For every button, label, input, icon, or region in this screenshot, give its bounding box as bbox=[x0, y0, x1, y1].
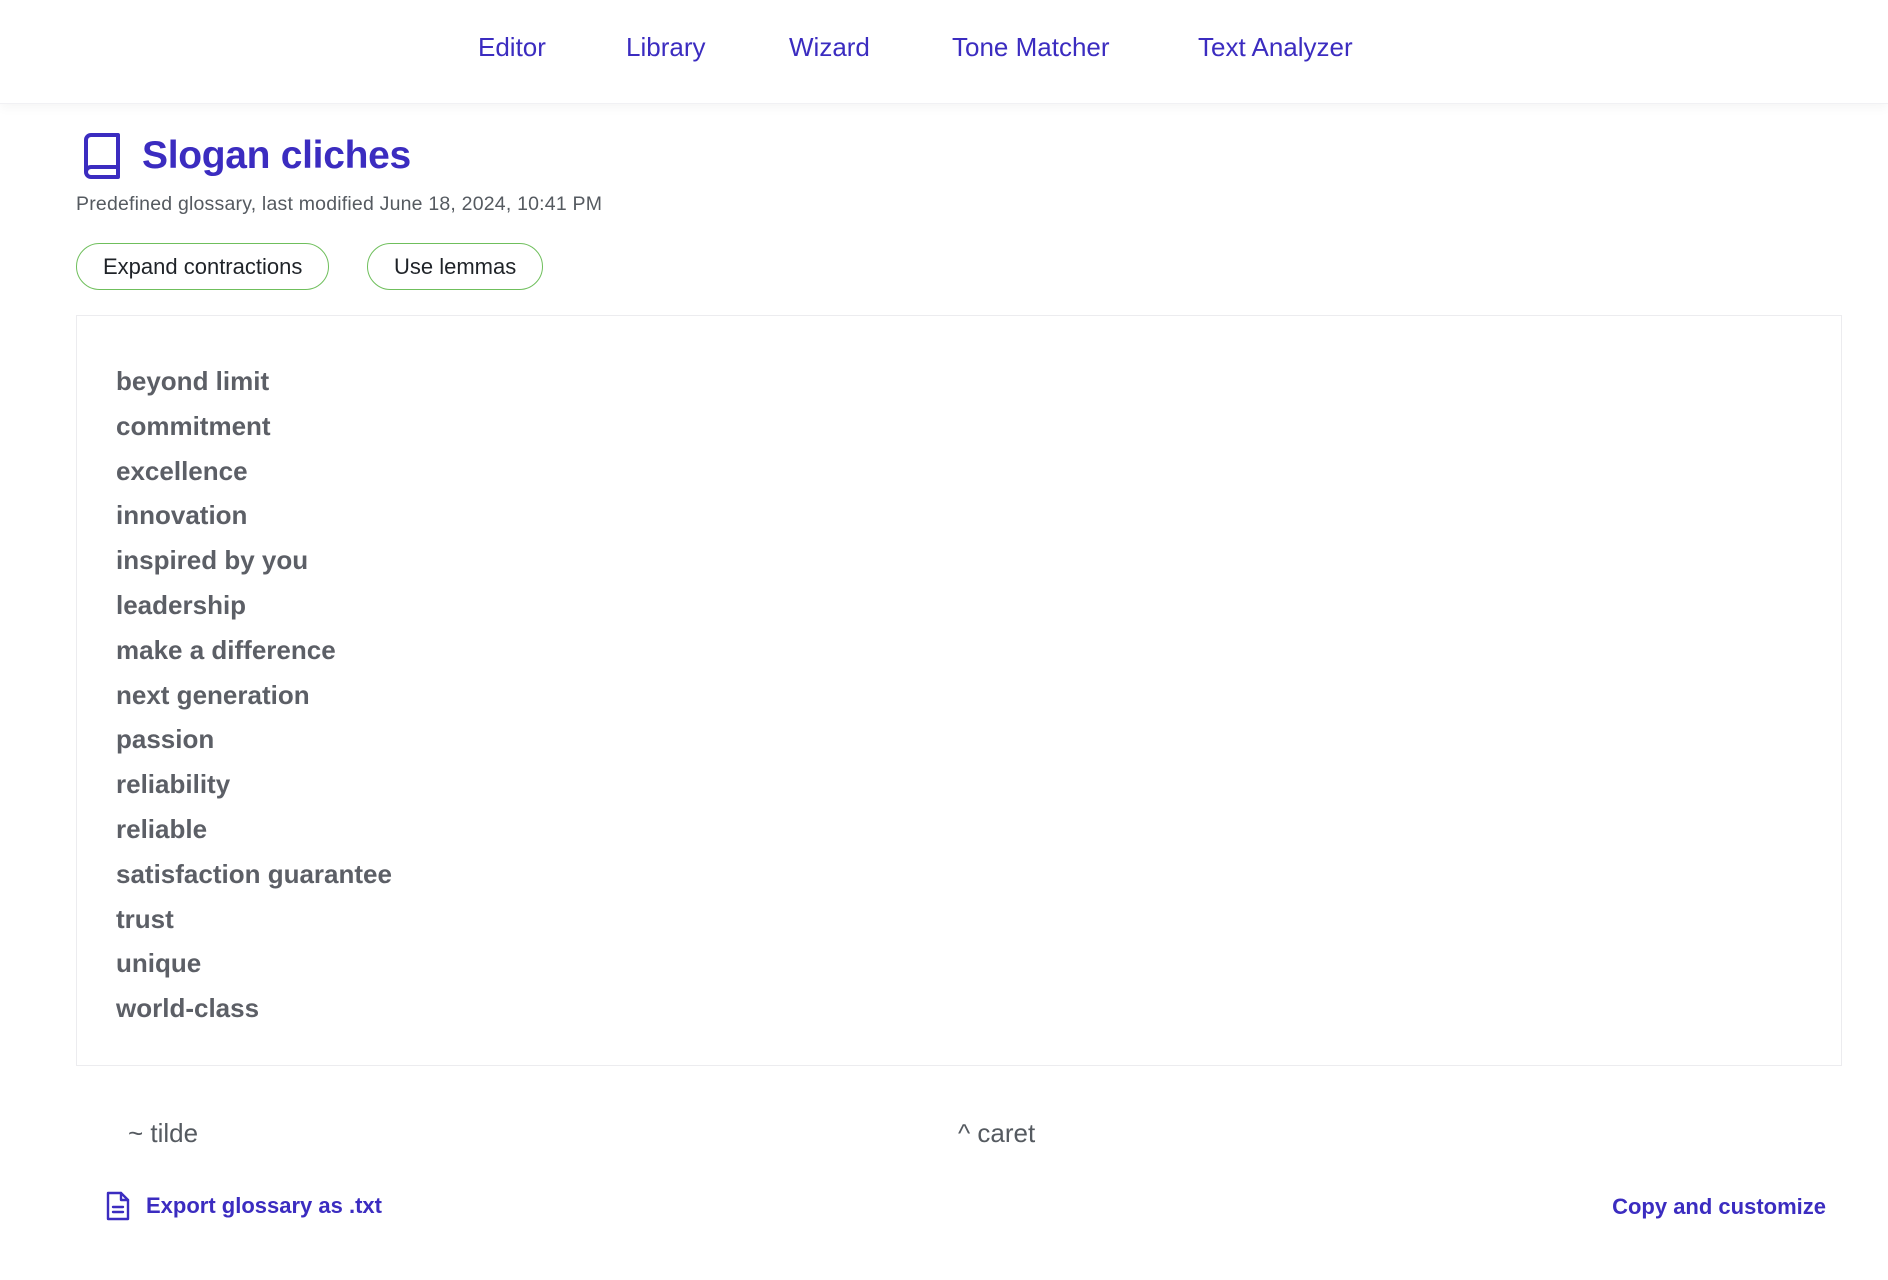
use-lemmas-toggle[interactable]: Use lemmas bbox=[367, 243, 544, 290]
nav-text-analyzer[interactable]: Text Analyzer bbox=[1198, 32, 1353, 63]
nav-library[interactable]: Library bbox=[626, 32, 705, 63]
term-list: beyond limit commitment excellence innov… bbox=[116, 359, 392, 1031]
legend-caret: ^ caret bbox=[958, 1118, 1036, 1148]
document-icon bbox=[106, 1191, 130, 1221]
term-item: trust bbox=[116, 903, 174, 934]
copy-and-customize-link[interactable]: Copy and customize bbox=[1612, 1194, 1826, 1220]
term-item: innovation bbox=[116, 500, 248, 531]
term-item: excellence bbox=[116, 455, 248, 486]
glossary-header: Slogan cliches bbox=[80, 130, 411, 182]
glossary-meta: Predefined glossary, last modified June … bbox=[76, 193, 603, 215]
term-item: commitment bbox=[116, 410, 271, 441]
export-glossary-link[interactable]: Export glossary as .txt bbox=[104, 1190, 382, 1222]
term-item: unique bbox=[116, 948, 202, 979]
term-item: world-class bbox=[116, 993, 260, 1024]
term-item: reliable bbox=[116, 813, 208, 844]
book-icon bbox=[84, 133, 120, 179]
term-item: make a difference bbox=[116, 634, 336, 665]
nav-tone-matcher[interactable]: Tone Matcher bbox=[952, 32, 1110, 63]
export-glossary-label: Export glossary as .txt bbox=[146, 1193, 382, 1218]
term-item: beyond limit bbox=[116, 366, 270, 396]
expand-contractions-toggle[interactable]: Expand contractions bbox=[76, 243, 330, 290]
term-item: satisfaction guarantee bbox=[116, 858, 392, 889]
term-item: passion bbox=[116, 724, 215, 755]
top-navigation: Editor Library Wizard Tone Matcher Text … bbox=[0, 0, 1888, 104]
page-title: Slogan cliches bbox=[142, 134, 411, 177]
term-item: inspired by you bbox=[116, 545, 309, 576]
term-item: leadership bbox=[116, 589, 247, 620]
nav-editor[interactable]: Editor bbox=[478, 32, 546, 63]
legend-tilde: ~ tilde bbox=[128, 1118, 199, 1148]
term-list-panel: beyond limit commitment excellence innov… bbox=[76, 315, 1842, 1066]
term-item: reliability bbox=[116, 769, 231, 800]
term-item: next generation bbox=[116, 679, 310, 710]
nav-wizard[interactable]: Wizard bbox=[789, 32, 870, 63]
